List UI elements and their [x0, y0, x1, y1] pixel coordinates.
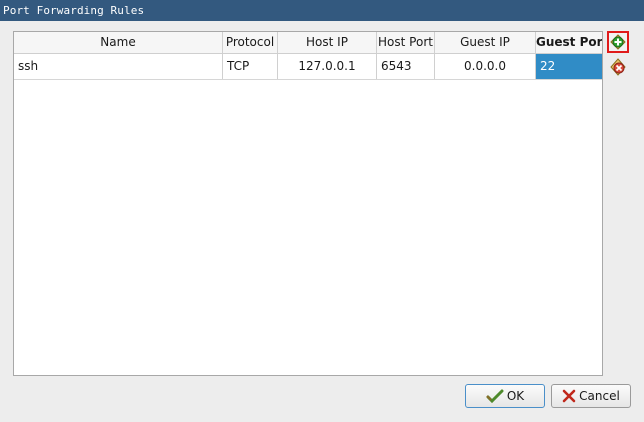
cell-host-ip[interactable]: 127.0.0.1	[278, 54, 377, 79]
add-rule-button[interactable]	[607, 31, 629, 53]
port-forwarding-table: Name Protocol Host IP Host Port Guest IP…	[13, 31, 603, 376]
column-header-protocol[interactable]: Protocol	[223, 32, 278, 53]
cancel-x-icon	[562, 389, 576, 403]
cell-guest-port[interactable]: 22	[536, 54, 602, 79]
ok-label: OK	[506, 389, 525, 403]
table-row[interactable]: ssh TCP 127.0.0.1 6543 0.0.0.0 22	[14, 54, 602, 80]
cell-host-port[interactable]: 6543	[377, 54, 435, 79]
remove-rule-icon	[610, 58, 626, 76]
ok-check-icon	[486, 389, 504, 403]
column-header-guest-port[interactable]: Guest Port	[536, 32, 602, 53]
add-rule-icon	[610, 34, 626, 50]
column-header-host-ip[interactable]: Host IP	[278, 32, 377, 53]
column-header-host-port[interactable]: Host Port	[377, 32, 435, 53]
table-header: Name Protocol Host IP Host Port Guest IP…	[14, 32, 602, 54]
column-header-name[interactable]: Name	[14, 32, 223, 53]
cancel-button[interactable]: Cancel	[551, 384, 631, 408]
column-header-guest-ip[interactable]: Guest IP	[435, 32, 536, 53]
ok-button[interactable]: OK	[465, 384, 545, 408]
cell-name[interactable]: ssh	[14, 54, 223, 79]
window-title: Port Forwarding Rules	[0, 0, 644, 21]
remove-rule-button[interactable]	[607, 56, 629, 78]
cell-guest-ip[interactable]: 0.0.0.0	[435, 54, 536, 79]
cancel-label: Cancel	[579, 389, 620, 403]
cell-protocol[interactable]: TCP	[223, 54, 278, 79]
